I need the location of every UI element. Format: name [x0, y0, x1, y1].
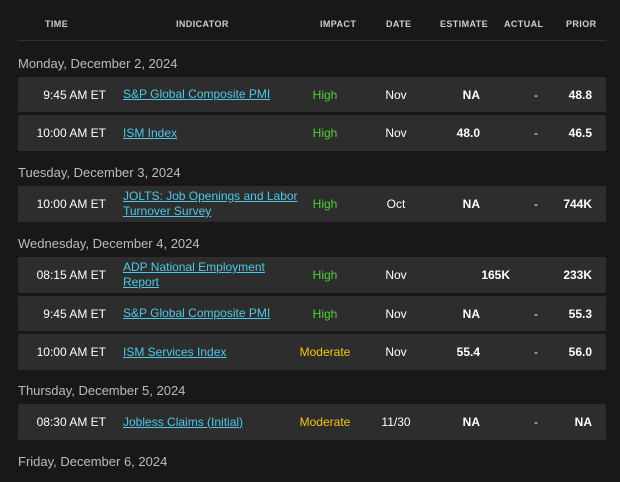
event-indicator: Jobless Claims (Initial) — [123, 404, 298, 440]
event-row[interactable]: 9:45 AM ET S&P Global Composite PMI High… — [18, 77, 606, 112]
header-prior: PRIOR — [566, 19, 597, 29]
event-row[interactable]: 10:00 AM ET ISM Index High Nov 48.0 - 46… — [18, 115, 606, 151]
header-actual: ACTUAL — [504, 19, 544, 29]
event-time: 9:45 AM ET — [43, 87, 106, 102]
event-time: 10:00 AM ET — [36, 126, 106, 140]
event-time: 08:30 AM ET — [36, 415, 106, 429]
event-period: Nov — [385, 345, 407, 359]
indicator-link[interactable]: JOLTS: Job Openings and Labor Turnover S… — [123, 189, 298, 219]
event-time: 10:00 AM ET — [36, 197, 106, 211]
event-estimate: NA — [462, 415, 480, 429]
event-period: Nov — [385, 268, 407, 282]
event-prior: 744K — [563, 197, 592, 211]
event-indicator: ISM Index — [123, 115, 298, 151]
impact-high: High — [312, 197, 338, 211]
event-period: 11/30 — [381, 415, 411, 429]
header-impact: IMPACT — [320, 19, 357, 29]
date-heading-wednesday: Wednesday, December 4, 2024 — [18, 236, 200, 251]
date-heading-thursday: Thursday, December 5, 2024 — [18, 383, 186, 398]
event-indicator: ISM Services Index — [123, 334, 298, 370]
event-estimate: NA — [462, 197, 480, 211]
event-prior: 55.3 — [568, 306, 592, 321]
event-actual: - — [534, 87, 538, 102]
event-estimate: 48.0 — [456, 126, 480, 140]
impact-moderate: Moderate — [299, 345, 351, 359]
event-period: Oct — [386, 197, 406, 211]
event-actual: - — [534, 415, 538, 429]
impact-high: High — [312, 268, 338, 282]
indicator-link[interactable]: S&P Global Composite PMI — [123, 306, 270, 321]
header-indicator: INDICATOR — [176, 19, 229, 29]
impact-moderate: Moderate — [299, 415, 351, 429]
event-period: Nov — [385, 87, 407, 102]
event-prior: NA — [574, 415, 592, 429]
event-indicator: JOLTS: Job Openings and Labor Turnover S… — [123, 186, 298, 222]
event-row[interactable]: 10:00 AM ET JOLTS: Job Openings and Labo… — [18, 186, 606, 222]
impact-high: High — [312, 87, 338, 102]
event-actual: - — [534, 197, 538, 211]
event-estimate: NA — [462, 87, 480, 102]
event-time: 9:45 AM ET — [43, 306, 106, 321]
event-prior: 48.8 — [568, 87, 592, 102]
indicator-link[interactable]: ADP National Employment Report — [123, 260, 298, 290]
event-prior: 233K — [563, 268, 592, 282]
event-row[interactable]: 08:30 AM ET Jobless Claims (Initial) Mod… — [18, 404, 606, 440]
event-indicator: ADP National Employment Report — [123, 257, 298, 293]
table-header: TIME INDICATOR IMPACT DATE ESTIMATE ACTU… — [18, 14, 606, 41]
indicator-link[interactable]: ISM Index — [123, 126, 177, 141]
event-time: 10:00 AM ET — [36, 345, 106, 359]
event-period: Nov — [385, 126, 407, 140]
impact-high: High — [312, 306, 338, 321]
indicator-link[interactable]: Jobless Claims (Initial) — [123, 415, 243, 430]
header-time: TIME — [45, 19, 69, 29]
event-row[interactable]: 10:00 AM ET ISM Services Index Moderate … — [18, 334, 606, 370]
event-time: 08:15 AM ET — [36, 268, 106, 282]
event-row[interactable]: 9:45 AM ET S&P Global Composite PMI High… — [18, 296, 606, 331]
header-date: DATE — [386, 19, 412, 29]
event-period: Nov — [385, 306, 407, 321]
event-prior: 56.0 — [568, 345, 592, 359]
header-estimate: ESTIMATE — [440, 19, 489, 29]
event-indicator: S&P Global Composite PMI — [123, 296, 298, 331]
event-indicator: S&P Global Composite PMI — [123, 77, 298, 112]
date-heading-monday: Monday, December 2, 2024 — [18, 56, 178, 71]
indicator-link[interactable]: S&P Global Composite PMI — [123, 87, 270, 102]
event-estimate: 55.4 — [456, 345, 480, 359]
event-prior: 46.5 — [568, 126, 592, 140]
event-actual: - — [534, 345, 538, 359]
event-actual: 165K — [481, 268, 510, 282]
date-heading-friday: Friday, December 6, 2024 — [18, 454, 168, 469]
event-estimate: NA — [462, 306, 480, 321]
date-heading-tuesday: Tuesday, December 3, 2024 — [18, 165, 181, 180]
indicator-link[interactable]: ISM Services Index — [123, 345, 226, 360]
event-actual: - — [534, 306, 538, 321]
impact-high: High — [312, 126, 338, 140]
event-actual: - — [534, 126, 538, 140]
event-row[interactable]: 08:15 AM ET ADP National Employment Repo… — [18, 257, 606, 293]
